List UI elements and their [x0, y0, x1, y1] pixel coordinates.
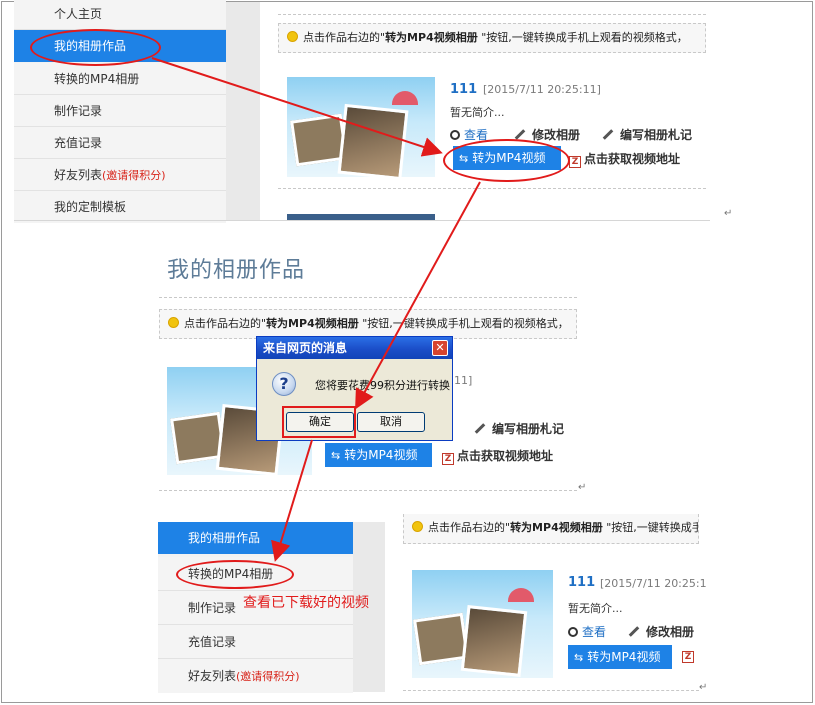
bulb-icon [287, 31, 298, 42]
thumbnail-photo-couple [337, 103, 409, 177]
invite-points-label[interactable]: (邀请得积分) [236, 670, 300, 683]
return-mark: ↵ [578, 482, 587, 493]
view-album-link[interactable]: 查看 [568, 623, 606, 640]
sidebar-item-mp4-albums[interactable]: 转换的MP4相册 [14, 63, 226, 95]
video-link-icon: Z [569, 156, 581, 168]
umbrella-icon [508, 588, 534, 602]
sidebar-item-home[interactable]: 个人主页 [14, 0, 226, 30]
convert-icon: ⇆ [331, 449, 341, 462]
top-panel-bottom-edge [14, 220, 710, 221]
pencil-icon [602, 129, 614, 140]
bottom-row-divider [403, 690, 699, 691]
dialog-message: 您将要花费99积分进行转换 [315, 379, 450, 392]
top-sidebar-divider [226, 2, 260, 220]
pencil-icon [514, 129, 526, 140]
top-tip-bar: 点击作品右边的"转为MP4视频相册 "按钮,一键转换成手机上观看的视频格式， [278, 23, 706, 53]
album-intro: 暂无简介... [450, 106, 505, 119]
edit-album-link[interactable]: 修改相册 [628, 623, 694, 640]
sidebar-item-recharge-records[interactable]: 充值记录 [14, 127, 226, 159]
close-icon[interactable]: ✕ [432, 340, 448, 356]
album-date: [2015/7/11 20:25:11] [483, 83, 601, 96]
bulb-icon [412, 521, 423, 532]
annotation-note: 查看已下载好的视频 [243, 595, 369, 611]
album-title[interactable]: 111 [450, 82, 477, 97]
album-date: [2015/7/11 20:25:1 [600, 577, 707, 590]
bottom-tip-bar: 点击作品右边的"转为MP4视频相册 "按钮,一键转换成手机上观看的视频格式， [403, 514, 699, 544]
dialog-title-bar: 来自网页的消息 ✕ [257, 337, 452, 359]
sidebar-item-friends[interactable]: 好友列表(邀请得积分) [14, 159, 226, 191]
sidebar-item-custom-templates[interactable]: 我的定制模板 [14, 191, 226, 223]
video-link-icon[interactable]: Z [682, 651, 694, 663]
page-title: 我的相册作品 [167, 258, 306, 283]
convert-mp4-button[interactable]: ⇆ 转为MP4视频 [568, 645, 672, 669]
middle-title-divider [159, 297, 577, 298]
top-divider [278, 14, 706, 15]
pencil-icon [474, 423, 486, 434]
bulb-icon [168, 317, 179, 328]
get-video-url-link[interactable]: Z 点击获取视频地址 [442, 447, 553, 465]
sidebar-item-my-albums[interactable]: 我的相册作品 [158, 522, 353, 554]
convert-mp4-button[interactable]: ⇆ 转为MP4视频 [325, 443, 432, 467]
sidebar-item-friends[interactable]: 好友列表(邀请得积分) [158, 659, 353, 693]
screenshot-frame: 个人主页 我的相册作品 转换的MP4相册 制作记录 充值记录 好友列表(邀请得积… [1, 0, 813, 703]
umbrella-icon [392, 91, 418, 105]
magnifier-icon [568, 627, 578, 637]
video-link-icon: Z [442, 453, 454, 465]
invite-points-label[interactable]: (邀请得积分) [102, 169, 166, 182]
sidebar-item-make-records[interactable]: 制作记录 [14, 95, 226, 127]
write-notes-link[interactable]: 编写相册札记 [602, 126, 692, 143]
dialog-title: 来自网页的消息 [263, 341, 348, 355]
highlight-my-albums [30, 29, 161, 66]
thumbnail-photo [413, 612, 469, 666]
highlight-convert-button [443, 139, 570, 182]
middle-tip-bar: 点击作品右边的"转为MP4视频相册 "按钮,一键转换成手机上观看的视频格式， [159, 309, 577, 339]
return-mark: ↵ [724, 208, 733, 219]
album-thumbnail[interactable] [412, 570, 553, 678]
album-thumbnail[interactable] [287, 77, 435, 177]
highlight-ok-button [282, 406, 356, 438]
album-intro: 暂无简介... [568, 602, 623, 615]
magnifier-icon [450, 130, 460, 140]
highlight-mp4-albums [176, 560, 294, 589]
thumbnail-photo-couple [460, 605, 528, 677]
album-date-fragment: 11] [454, 374, 473, 387]
album-title[interactable]: 111 [568, 575, 595, 590]
album-row-divider [278, 188, 706, 189]
write-notes-link[interactable]: 编写相册札记 [474, 420, 564, 437]
middle-row-divider [159, 490, 577, 491]
get-video-url-link[interactable]: Z 点击获取视频地址 [569, 150, 680, 168]
pencil-icon [628, 626, 640, 637]
cancel-button[interactable]: 取消 [357, 412, 425, 432]
return-mark: ↵ [699, 682, 708, 693]
convert-icon: ⇆ [574, 651, 584, 664]
question-icon: ? [272, 372, 296, 396]
sidebar-item-recharge-records[interactable]: 充值记录 [158, 625, 353, 659]
